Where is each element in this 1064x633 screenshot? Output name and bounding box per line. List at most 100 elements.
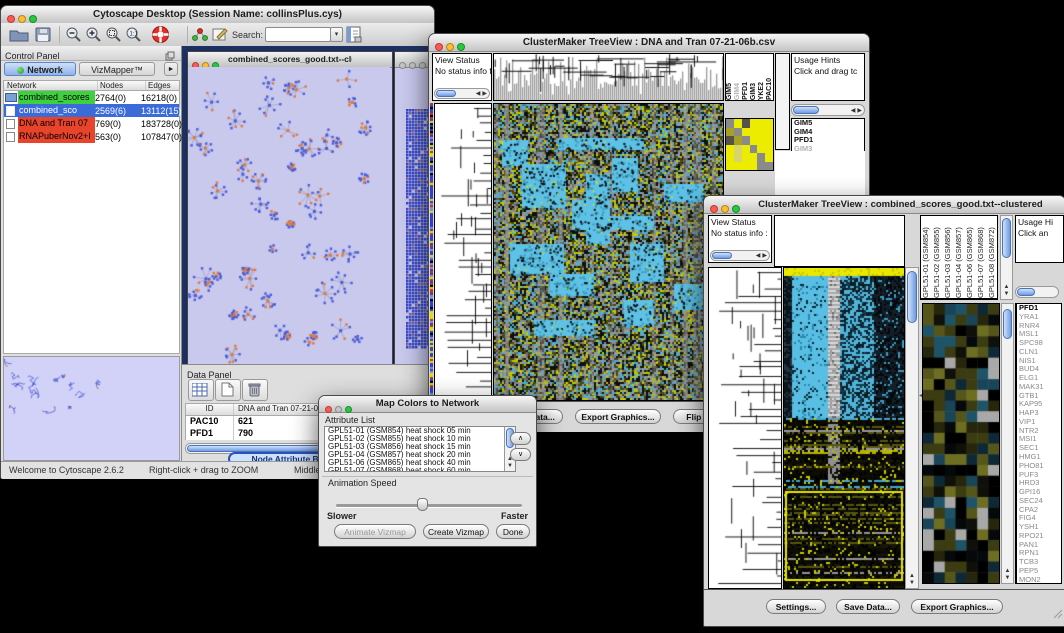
treeview2-row-dendrogram[interactable] bbox=[708, 267, 782, 589]
network-list-row[interactable]: combined_scores 2764(0) 16218(0) bbox=[4, 91, 179, 104]
move-down-button[interactable]: ∨ bbox=[510, 448, 531, 461]
close-icon[interactable] bbox=[435, 43, 443, 51]
close-icon[interactable] bbox=[399, 62, 406, 69]
column-label[interactable]: PAC10 bbox=[766, 78, 773, 100]
scroll-down-icon: ▼ bbox=[1005, 575, 1011, 581]
close-icon[interactable] bbox=[7, 15, 15, 23]
move-up-button[interactable]: ∧ bbox=[510, 432, 531, 445]
treeview2-usage-hscrollbar[interactable] bbox=[1015, 286, 1059, 298]
treeview2-window: ClusterMaker TreeView : combined_scores_… bbox=[703, 195, 1064, 627]
zoom-out-icon[interactable] bbox=[65, 26, 83, 48]
search-input[interactable] bbox=[265, 27, 331, 42]
treeview1-row-dendrogram[interactable] bbox=[434, 103, 492, 401]
treeview2-zoom-vscrollbar[interactable]: ▲▼ bbox=[1001, 303, 1014, 584]
col-edges[interactable]: Edges bbox=[146, 81, 179, 90]
main-titlebar[interactable]: Cytoscape Desktop (Session Name: collins… bbox=[1, 6, 434, 24]
treeview2-global-heatmap[interactable] bbox=[783, 267, 905, 589]
zoom-icon[interactable] bbox=[457, 43, 465, 51]
scrollbar-thumb[interactable] bbox=[793, 106, 819, 114]
view-status-hscrollbar[interactable]: ◀▶ bbox=[710, 250, 770, 261]
resize-grip-icon[interactable] bbox=[1053, 606, 1063, 624]
tab-network[interactable]: Network bbox=[4, 62, 76, 76]
network-tool-icon[interactable] bbox=[192, 27, 208, 47]
close-icon[interactable] bbox=[325, 406, 332, 413]
zoom-icon[interactable] bbox=[419, 62, 426, 69]
column-label[interactable]: GPL51-03 (GSM856) bbox=[943, 216, 954, 298]
column-label[interactable]: GIM5 bbox=[726, 83, 733, 100]
zoom-icon[interactable] bbox=[29, 15, 37, 23]
treeview1-titlebar[interactable]: ClusterMaker TreeView : DNA and Tran 07-… bbox=[429, 34, 869, 52]
attribute-item[interactable]: GPL51-07 (GSM868) heat shock 60 min bbox=[325, 467, 504, 472]
column-label[interactable]: GPL51-06 (GSM865) bbox=[965, 216, 976, 298]
zoom-in-icon[interactable] bbox=[85, 26, 103, 48]
settings-button[interactable]: Settings... bbox=[766, 599, 826, 614]
gene-label[interactable]: MON2 bbox=[1017, 576, 1061, 584]
minimize-icon[interactable] bbox=[721, 205, 729, 213]
new-attribute-icon[interactable] bbox=[215, 379, 241, 401]
save-data-button[interactable]: Save Data... bbox=[836, 599, 900, 614]
network-list-row[interactable]: DNA and Tran 07 769(0) 183728(0) bbox=[4, 117, 179, 130]
done-button[interactable]: Done bbox=[496, 524, 530, 539]
id-column-header[interactable]: ID bbox=[186, 404, 234, 415]
export-graphics-button[interactable]: Export Graphics... bbox=[911, 599, 1003, 614]
animate-vizmap-button[interactable]: Animate Vizmap bbox=[334, 524, 416, 539]
column-label[interactable]: GPL51-02 (GSM855) bbox=[932, 216, 943, 298]
treeview1-vscroll-strip[interactable] bbox=[775, 53, 790, 150]
zoom-icon[interactable] bbox=[345, 406, 352, 413]
treeview2-global-vscrollbar[interactable]: ▲▼ bbox=[905, 267, 919, 589]
column-label[interactable]: PFD1 bbox=[742, 82, 749, 100]
col-network[interactable]: Network bbox=[4, 81, 98, 90]
column-label[interactable]: GIM4 bbox=[734, 83, 741, 100]
column-label[interactable]: YKE2 bbox=[758, 82, 765, 100]
tab-overflow-arrow[interactable]: ► bbox=[164, 62, 178, 76]
column-label[interactable]: GPL51-04 (GSM857) bbox=[954, 216, 965, 298]
treeview1-column-dendrogram[interactable] bbox=[493, 53, 724, 101]
treeview2-titlebar[interactable]: ClusterMaker TreeView : combined_scores_… bbox=[704, 196, 1064, 214]
scrollbar-thumb[interactable] bbox=[907, 271, 917, 323]
network-overview-thumbnail[interactable] bbox=[3, 356, 180, 461]
network-graph-canvas[interactable] bbox=[188, 67, 390, 364]
treeview2-zoom-heatmap[interactable] bbox=[922, 303, 1000, 584]
report-icon[interactable] bbox=[346, 26, 362, 48]
minimize-icon[interactable] bbox=[18, 15, 26, 23]
scrollbar-thumb[interactable] bbox=[712, 252, 732, 259]
column-label[interactable]: GIM3 bbox=[750, 83, 757, 100]
export-graphics-button[interactable]: Export Graphics... bbox=[575, 409, 661, 424]
scrollbar-thumb[interactable] bbox=[436, 90, 456, 97]
zoom-fit-icon[interactable]: 1:1 bbox=[125, 26, 143, 48]
network-list-row[interactable]: RNAPuberNov2+I 563(0) 107847(0) bbox=[4, 130, 179, 143]
minimize-icon[interactable] bbox=[409, 62, 416, 69]
network-view-titlebar[interactable]: combined_scores_good.txt--cluste... bbox=[188, 52, 392, 68]
speed-slider-track[interactable] bbox=[336, 504, 522, 507]
network-list-row[interactable]: combined_sco 2569(6) 13112(15) bbox=[4, 104, 179, 117]
scrollbar-thumb[interactable] bbox=[1003, 309, 1012, 339]
column-label[interactable]: GPL51-07 (GSM868) bbox=[976, 216, 987, 298]
table-tool-icon[interactable] bbox=[188, 379, 214, 401]
minimize-icon[interactable] bbox=[446, 43, 454, 51]
scrollbar-thumb[interactable] bbox=[1017, 288, 1035, 296]
delete-attribute-trash-icon[interactable] bbox=[242, 379, 268, 401]
column-label[interactable]: GPL51-08 (GSM872) bbox=[987, 216, 998, 298]
dialog-titlebar[interactable]: Map Colors to Network bbox=[319, 396, 536, 413]
treeview2-column-dendrogram[interactable] bbox=[774, 215, 905, 267]
save-icon[interactable] bbox=[35, 27, 51, 47]
scrollbar-thumb[interactable] bbox=[1002, 218, 1011, 258]
zoom-selected-icon[interactable] bbox=[105, 26, 123, 48]
open-file-icon[interactable] bbox=[9, 27, 29, 47]
column-label[interactable]: GPL51-01 (GSM854) bbox=[921, 216, 932, 298]
child-window-controls-inactive[interactable] bbox=[399, 56, 429, 74]
treeview1-zoom-matrix[interactable] bbox=[725, 118, 774, 171]
treeview1-heatmap[interactable] bbox=[493, 103, 724, 401]
annotation-icon[interactable] bbox=[212, 27, 228, 47]
close-icon[interactable] bbox=[710, 205, 718, 213]
tab-vizmapper[interactable]: VizMapper™ bbox=[79, 62, 155, 76]
col-nodes[interactable]: Nodes bbox=[98, 81, 146, 90]
create-vizmap-button[interactable]: Create Vizmap bbox=[423, 524, 489, 539]
view-status-hscrollbar[interactable]: ◀▶ bbox=[434, 88, 490, 99]
treeview1-usage-hscrollbar[interactable]: ◀▶ bbox=[791, 104, 865, 116]
search-dropdown[interactable]: ▾ bbox=[330, 27, 343, 42]
treeview2-labels-vscrollbar[interactable]: ▲▼ bbox=[1000, 215, 1013, 300]
attribute-listbox[interactable]: GPL51-01 (GSM854) heat shock 05 minGPL51… bbox=[324, 426, 516, 472]
speed-slider-thumb[interactable] bbox=[417, 498, 428, 511]
minimize-icon[interactable] bbox=[335, 406, 342, 413]
